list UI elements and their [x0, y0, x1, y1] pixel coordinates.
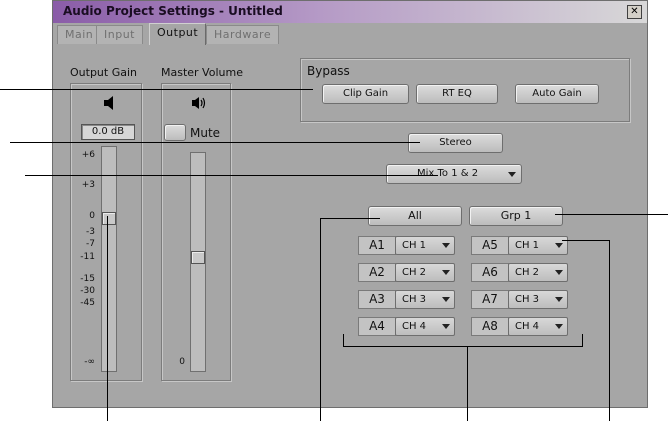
track-label-a7: A7	[471, 290, 509, 309]
output-gain-label: Output Gain	[70, 66, 137, 79]
callout-line-gain-v	[107, 216, 108, 421]
track-label-a1: A1	[358, 236, 396, 255]
output-gain-value[interactable]: 0.0 dB	[81, 124, 135, 140]
mute-button[interactable]	[164, 124, 186, 141]
tab-output[interactable]: Output	[149, 23, 207, 45]
callout-line-all-v	[320, 218, 321, 421]
channel-select-a6[interactable]: CH 2	[508, 263, 568, 282]
callout-bracket-h	[343, 346, 583, 347]
gain-tick: -15	[80, 274, 95, 284]
channel-select-a2[interactable]: CH 2	[395, 263, 455, 282]
chevron-down-icon	[442, 270, 450, 275]
rt-eq-button[interactable]: RT EQ	[416, 84, 498, 104]
clip-gain-button[interactable]: Clip Gain	[322, 84, 409, 104]
speaker-volume-icon[interactable]	[190, 95, 208, 111]
channel-select-a1[interactable]: CH 1	[395, 236, 455, 255]
gain-tick: -11	[80, 252, 95, 262]
chevron-down-icon	[555, 324, 563, 329]
gain-tick: 0	[89, 211, 95, 221]
channel-value: CH 1	[515, 240, 540, 251]
gain-tick: +6	[81, 150, 95, 160]
volume-tick: 0	[179, 357, 185, 367]
stereo-button[interactable]: Stereo	[408, 133, 503, 153]
callout-line-group	[555, 214, 668, 215]
channel-value: CH 2	[515, 267, 540, 278]
tab-input[interactable]: Input	[96, 25, 143, 44]
chevron-down-icon	[555, 243, 563, 248]
chevron-down-icon	[555, 270, 563, 275]
channel-value: CH 3	[402, 294, 427, 305]
channel-select-a7[interactable]: CH 3	[508, 290, 568, 309]
callout-line-channel-v	[609, 240, 610, 421]
tab-bar: Main Input Output Hardware	[53, 23, 647, 45]
channel-select-a8[interactable]: CH 4	[508, 317, 568, 336]
gain-tick: -∞	[84, 357, 95, 367]
chevron-down-icon	[555, 297, 563, 302]
chevron-down-icon	[442, 297, 450, 302]
close-button[interactable]: ✕	[627, 5, 642, 19]
callout-bracket-left	[343, 334, 344, 347]
chevron-down-icon	[442, 243, 450, 248]
gain-tick: -7	[86, 239, 95, 249]
callout-bracket-stem	[467, 346, 468, 421]
gain-tick: -45	[80, 298, 95, 308]
channel-value: CH 2	[402, 267, 427, 278]
track-label-a2: A2	[358, 263, 396, 282]
master-volume-slider-thumb[interactable]	[191, 251, 205, 264]
tab-main[interactable]: Main	[57, 25, 102, 44]
title-bar[interactable]: Audio Project Settings - Untitled ✕	[53, 1, 647, 23]
speaker-icon[interactable]	[101, 95, 117, 111]
output-gain-slider-track[interactable]	[101, 146, 117, 372]
mix-select-value: Mix To 1 & 2	[417, 168, 479, 179]
channel-select-a3[interactable]: CH 3	[395, 290, 455, 309]
auto-gain-button[interactable]: Auto Gain	[515, 84, 599, 104]
callout-line-bypass	[0, 89, 313, 90]
chevron-down-icon	[442, 324, 450, 329]
window-title: Audio Project Settings - Untitled	[63, 4, 283, 18]
callout-line-channel-h	[562, 240, 610, 241]
mute-label: Mute	[190, 126, 221, 140]
master-volume-label: Master Volume	[161, 66, 243, 79]
bypass-label: Bypass	[307, 64, 350, 78]
channel-select-a4[interactable]: CH 4	[395, 317, 455, 336]
channel-value: CH 4	[515, 321, 540, 332]
mix-select[interactable]: Mix To 1 & 2	[386, 164, 522, 184]
all-tracks-button[interactable]: All	[368, 206, 462, 226]
track-label-a8: A8	[471, 317, 509, 336]
track-label-a4: A4	[358, 317, 396, 336]
callout-bracket-right	[582, 334, 583, 347]
gain-tick: -30	[80, 286, 95, 296]
group-button[interactable]: Grp 1	[469, 206, 563, 226]
channel-value: CH 3	[515, 294, 540, 305]
gain-tick: -3	[86, 227, 95, 237]
output-gain-slider-thumb[interactable]	[102, 212, 116, 225]
track-label-a5: A5	[471, 236, 509, 255]
track-label-a3: A3	[358, 290, 396, 309]
track-label-a6: A6	[471, 263, 509, 282]
channel-value: CH 4	[402, 321, 427, 332]
callout-line-mix	[25, 175, 438, 176]
callout-line-all-h	[320, 218, 380, 219]
channel-select-a5[interactable]: CH 1	[508, 236, 568, 255]
chevron-down-icon	[508, 172, 516, 177]
channel-value: CH 1	[402, 240, 427, 251]
tab-hardware[interactable]: Hardware	[206, 25, 280, 44]
gain-tick: +3	[81, 180, 95, 190]
callout-line-stereo	[10, 142, 420, 143]
